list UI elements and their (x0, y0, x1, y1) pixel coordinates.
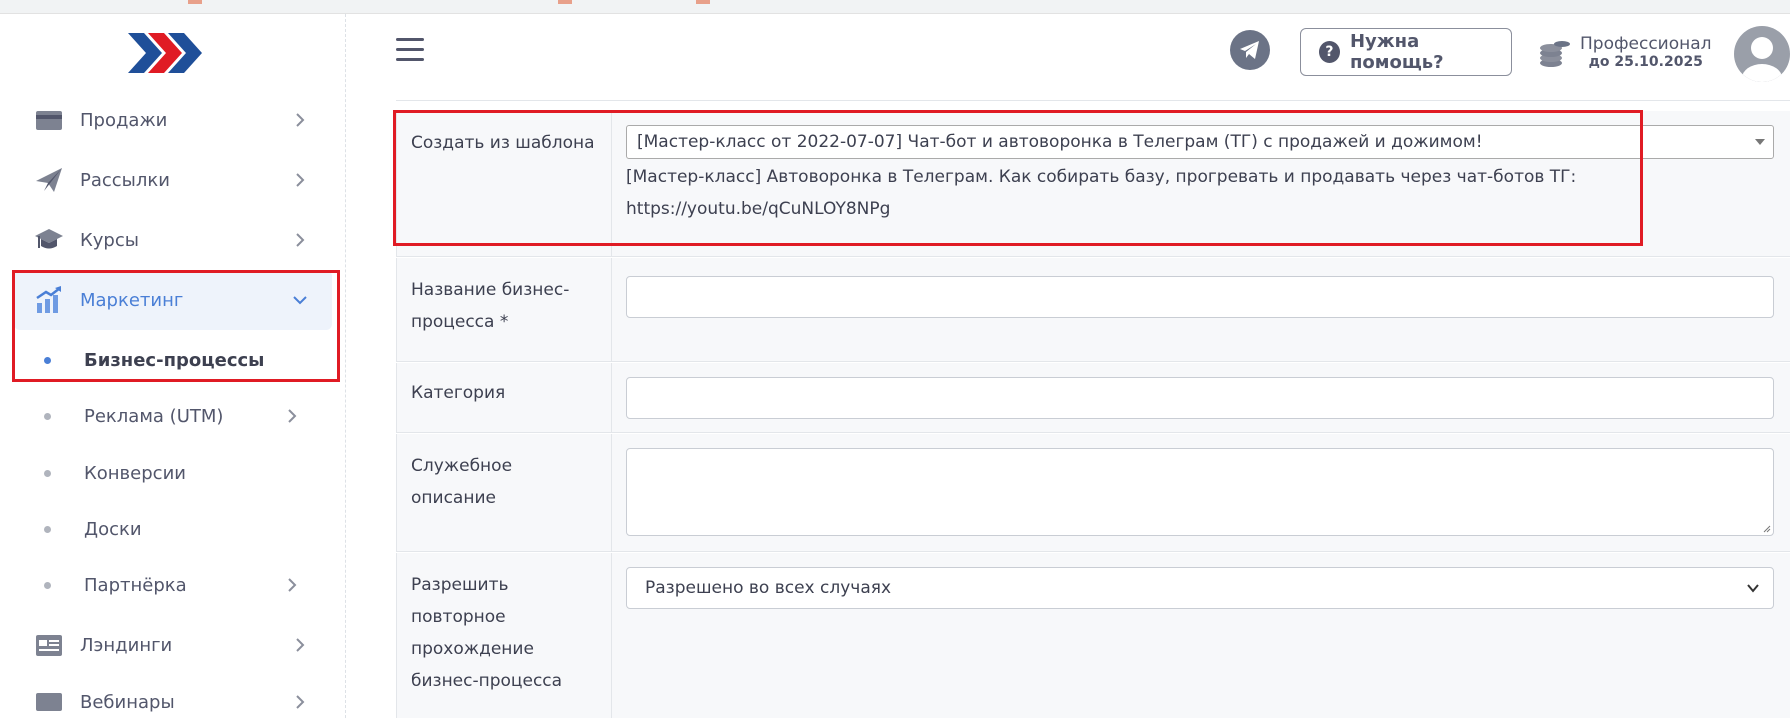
bullet-dot-icon (44, 525, 51, 533)
browser-tab-favicon (558, 0, 572, 4)
form-row-description: Служебное описание (396, 434, 1790, 552)
plan-expiry: до 25.10.2025 (1588, 54, 1703, 70)
chart-growth-icon (36, 286, 61, 313)
template-selected-value: [Мастер-класс от 2022-07-07] Чат-бот и а… (637, 132, 1483, 152)
bullet-dot-icon (44, 412, 51, 420)
graduation-cap-icon (35, 229, 63, 249)
chevron-right-icon (296, 173, 305, 187)
process-name-input[interactable] (626, 276, 1774, 318)
paper-plane-icon (36, 168, 62, 192)
sidebar-item-label: Маркетинг (80, 289, 184, 311)
sidebar-subitem-label: Реклама (UTM) (84, 405, 224, 427)
template-select[interactable]: [Мастер-класс от 2022-07-07] Чат-бот и а… (626, 125, 1774, 159)
plan-name: Профессионал (1580, 34, 1712, 54)
sidebar-subitem-label: Доски (84, 518, 142, 540)
repeat-value-cell: Разрешено во всех случаях (612, 553, 1790, 718)
name-value-cell (612, 258, 1790, 361)
sidebar-subitem-partner[interactable]: Партнёрка (14, 561, 332, 609)
monitor-icon (36, 693, 62, 711)
sidebar-subitem-conversions[interactable]: Конверсии (14, 449, 332, 497)
repeat-label: Разрешить повторное прохождение бизнес-п… (396, 553, 612, 718)
repeat-selected-value: Разрешено во всех случаях (645, 578, 892, 598)
description-textarea[interactable] (626, 448, 1774, 536)
category-label: Категория (396, 363, 612, 432)
bullet-dot-icon (44, 469, 51, 477)
sidebar-item-landings[interactable]: Лэндинги (14, 615, 332, 675)
sidebar-subitem-business-processes[interactable]: Бизнес-процессы (14, 336, 332, 384)
sidebar-item-courses[interactable]: Курсы (14, 210, 332, 270)
landing-page-icon (36, 635, 62, 656)
plan-info[interactable]: Профессионал до 25.10.2025 (1538, 30, 1712, 74)
sidebar-subitem-label: Бизнес-процессы (84, 349, 265, 371)
category-value-cell (612, 363, 1790, 432)
sidebar-subitem-ads-utm[interactable]: Реклама (UTM) (14, 392, 332, 440)
sidebar-item-label: Курсы (80, 229, 139, 251)
template-description-text: [Мастер-класс] Автоворонка в Телеграм. К… (626, 167, 1577, 187)
bullet-dot-icon (44, 581, 51, 589)
sidebar-item-label: Вебинары (80, 691, 175, 713)
chevron-down-icon (293, 296, 307, 305)
chevron-right-icon (296, 113, 305, 127)
sidebar-item-mailings[interactable]: Рассылки (14, 150, 332, 210)
avatar[interactable] (1734, 26, 1790, 82)
chevron-right-icon (296, 695, 305, 709)
sidebar-item-sales[interactable]: Продажи (14, 90, 332, 150)
business-process-form: Создать из шаблона [Мастер-класс от 2022… (396, 100, 1790, 718)
template-label: Создать из шаблона (396, 111, 612, 256)
resize-grip-icon[interactable] (1761, 523, 1771, 533)
help-button-label: Нужна помощь? (1349, 31, 1444, 73)
chevron-right-icon (288, 578, 297, 592)
form-row-repeat: Разрешить повторное прохождение бизнес-п… (396, 553, 1790, 718)
template-link[interactable]: https://youtu.be/qCuNLOY8NPg (626, 193, 1774, 225)
name-label: Название бизнес-процесса * (396, 258, 612, 361)
form-row-template: Создать из шаблона [Мастер-класс от 2022… (396, 111, 1790, 257)
sidebar-subitem-label: Партнёрка (84, 574, 187, 596)
description-value-cell (612, 434, 1790, 551)
bullet-dot-icon (44, 356, 51, 364)
template-description: [Мастер-класс] Автоворонка в Телеграм. К… (626, 161, 1774, 225)
sidebar-item-webinars[interactable]: Вебинары (14, 672, 332, 718)
chevron-right-icon (288, 409, 297, 423)
sidebar-item-label: Продажи (80, 109, 168, 131)
card-icon (36, 111, 62, 130)
sidebar-subitem-label: Конверсии (84, 462, 186, 484)
chevron-right-icon (296, 233, 305, 247)
category-input[interactable] (626, 377, 1774, 419)
form-row-category: Категория (396, 363, 1790, 433)
browser-tab-favicon (696, 0, 710, 4)
description-label: Служебное описание (396, 434, 612, 551)
top-header: ? Нужна помощь? Профессионал до 25.10.20… (346, 14, 1790, 86)
browser-tab-strip (0, 0, 1790, 14)
template-value-cell: [Мастер-класс от 2022-07-07] Чат-бот и а… (612, 111, 1790, 256)
caret-down-icon (1755, 139, 1765, 145)
menu-toggle-icon[interactable] (396, 38, 424, 64)
telegram-icon (1240, 41, 1259, 59)
user-avatar-icon (1742, 37, 1782, 82)
telegram-button[interactable] (1230, 30, 1270, 70)
brand-logo-icon[interactable] (128, 28, 208, 78)
chevron-down-icon (1747, 584, 1759, 593)
repeat-select[interactable]: Разрешено во всех случаях (626, 567, 1774, 609)
question-icon: ? (1319, 41, 1340, 63)
sidebar-item-label: Лэндинги (80, 634, 173, 656)
help-button[interactable]: ? Нужна помощь? (1300, 28, 1512, 76)
sidebar: Продажи Рассылки Курсы Маркетинг Бизнес-… (0, 14, 346, 718)
browser-tab-favicon (188, 0, 202, 4)
chevron-right-icon (296, 638, 305, 652)
form-row-name: Название бизнес-процесса * (396, 258, 1790, 362)
sidebar-item-label: Рассылки (80, 169, 170, 191)
sidebar-item-marketing[interactable]: Маркетинг (14, 270, 332, 330)
sidebar-subitem-boards[interactable]: Доски (14, 505, 332, 553)
coins-icon (1540, 41, 1570, 67)
